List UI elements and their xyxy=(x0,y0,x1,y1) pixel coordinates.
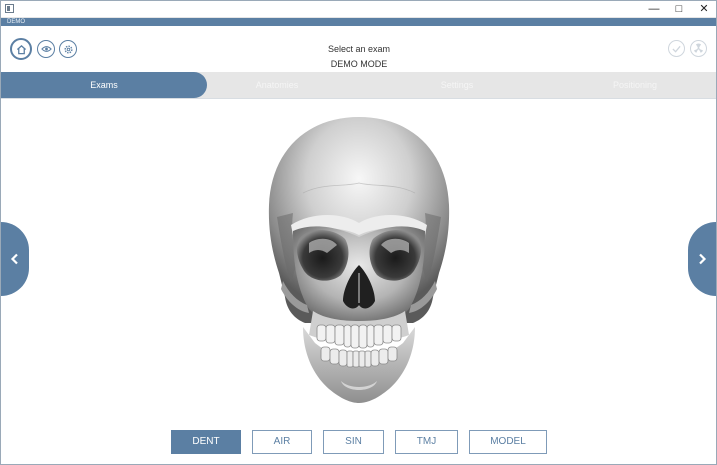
minimize-button[interactable]: — xyxy=(641,1,667,17)
confirm-button[interactable] xyxy=(668,40,685,57)
home-icon xyxy=(16,44,26,54)
skull-model[interactable] xyxy=(263,113,455,405)
mode-label: DEMO MODE xyxy=(330,59,388,69)
exam-sin-button[interactable]: SIN xyxy=(323,430,384,454)
radiation-icon xyxy=(693,43,704,53)
settings-button[interactable] xyxy=(59,40,77,58)
eye-icon xyxy=(40,46,52,52)
tab-anatomies[interactable]: Anatomies xyxy=(207,72,347,98)
tab-exams[interactable]: Exams xyxy=(1,72,207,98)
application-window: — □ ✕ DEMO Select an exam DEMO MODE Exam… xyxy=(0,0,717,465)
check-icon xyxy=(672,45,681,53)
gear-icon xyxy=(63,44,73,54)
app-icon xyxy=(5,4,14,13)
previous-button[interactable] xyxy=(1,222,29,296)
next-button[interactable] xyxy=(688,222,716,296)
tab-bar: Exams Anatomies Settings Positioning xyxy=(1,72,716,98)
exam-type-selector: DENT AIR SIN TMJ MODEL xyxy=(1,430,716,454)
view-button[interactable] xyxy=(37,40,55,58)
window-titlebar: — □ ✕ xyxy=(1,1,716,18)
exam-model-button[interactable]: MODEL xyxy=(469,430,547,454)
tab-divider xyxy=(1,98,716,99)
app-bar-label: DEMO xyxy=(7,19,25,25)
home-button[interactable] xyxy=(10,38,32,60)
chevron-left-icon xyxy=(10,253,18,265)
chevron-right-icon xyxy=(699,253,707,265)
close-button[interactable]: ✕ xyxy=(691,1,716,17)
header: Select an exam DEMO MODE xyxy=(1,26,716,72)
app-bar: DEMO xyxy=(1,18,716,26)
radiation-button[interactable] xyxy=(690,40,707,57)
maximize-button[interactable]: □ xyxy=(666,1,692,17)
tab-settings[interactable]: Settings xyxy=(387,72,527,98)
exam-air-button[interactable]: AIR xyxy=(252,430,312,454)
exam-dent-button[interactable]: DENT xyxy=(171,430,241,454)
page-title: Select an exam xyxy=(327,44,391,54)
tab-positioning[interactable]: Positioning xyxy=(565,72,705,98)
exam-tmj-button[interactable]: TMJ xyxy=(395,430,458,454)
